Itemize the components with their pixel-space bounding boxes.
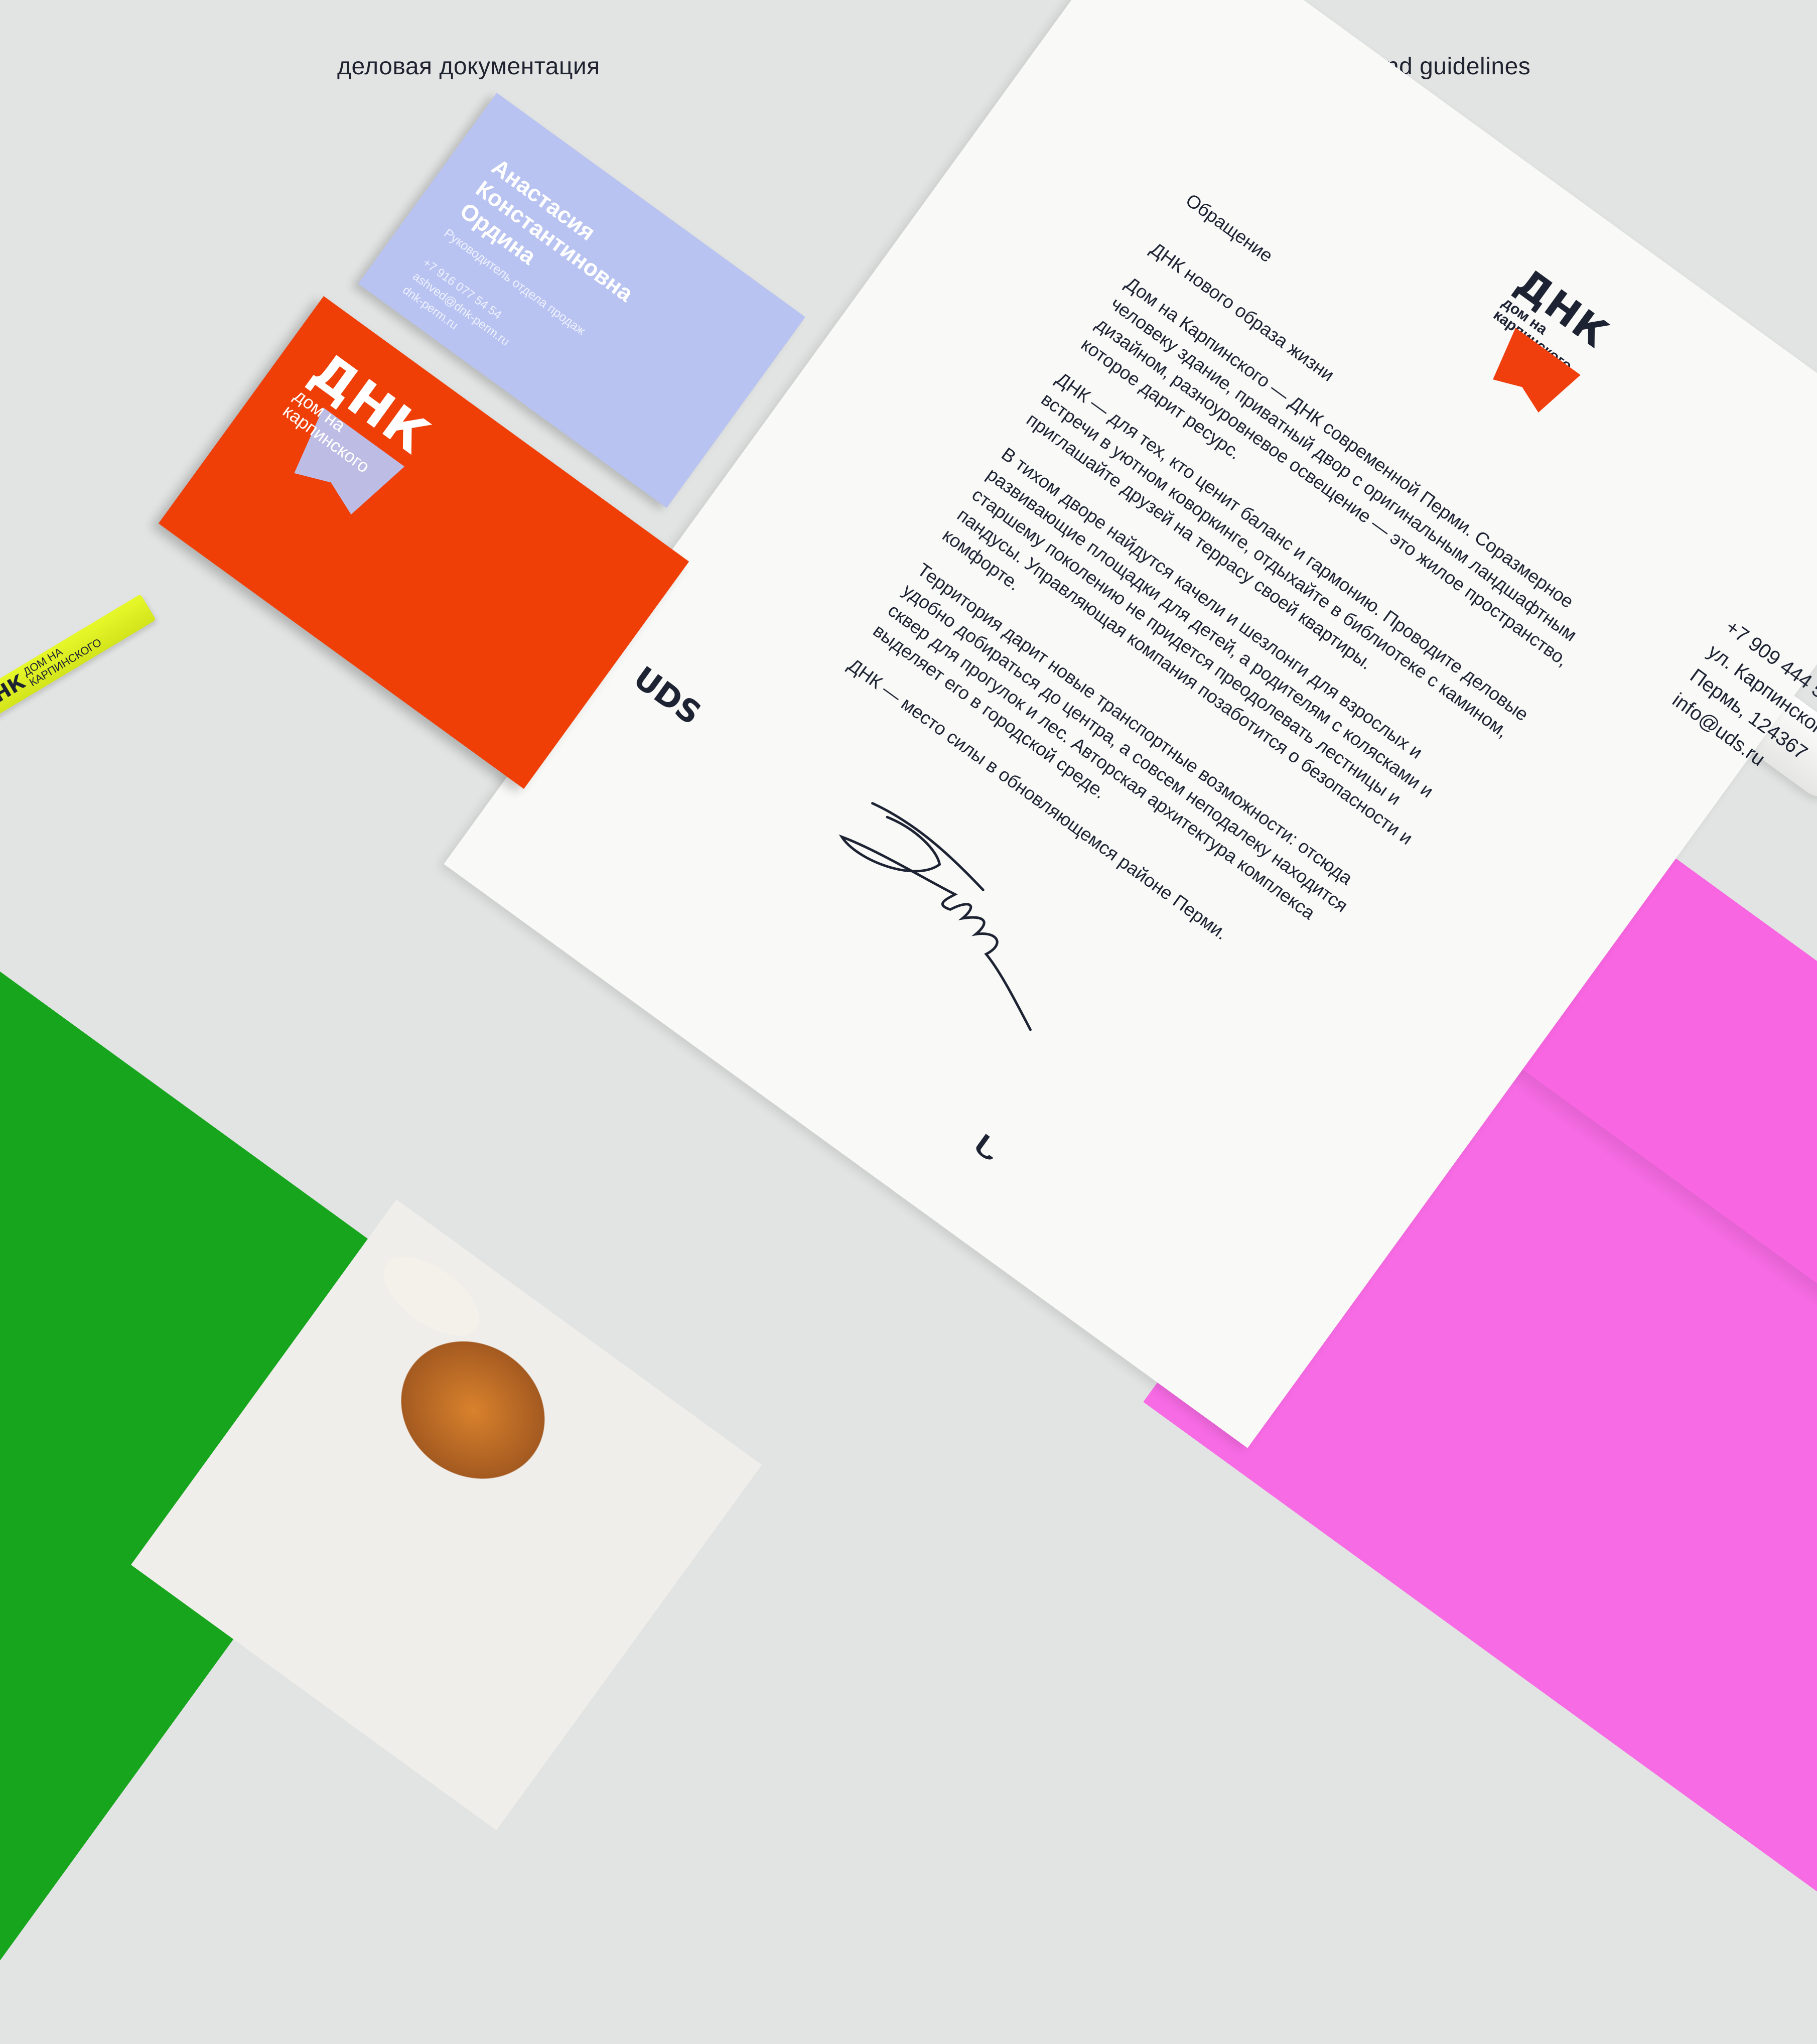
branded-pencil: ДНК ДОМ НА КАРПИНСКОГО	[0, 594, 156, 729]
header-left-label: деловая документация	[337, 53, 600, 80]
brand-mark-icon	[976, 1134, 994, 1160]
photo-hat	[370, 1241, 493, 1351]
pencil-logo-word: ДНК	[0, 670, 30, 717]
letterhead-contacts: +7 909 444 54 54 ул. Карпинского, д. 11 …	[1666, 612, 1817, 829]
letterhead-logo: ДНК дом на карпинского	[1466, 260, 1627, 422]
photo-warm-blob	[373, 1313, 573, 1508]
pencil-logo-sub: ДОМ НА КАРПИНСКОГО	[21, 626, 104, 689]
uds-logo: UDS	[627, 659, 708, 732]
